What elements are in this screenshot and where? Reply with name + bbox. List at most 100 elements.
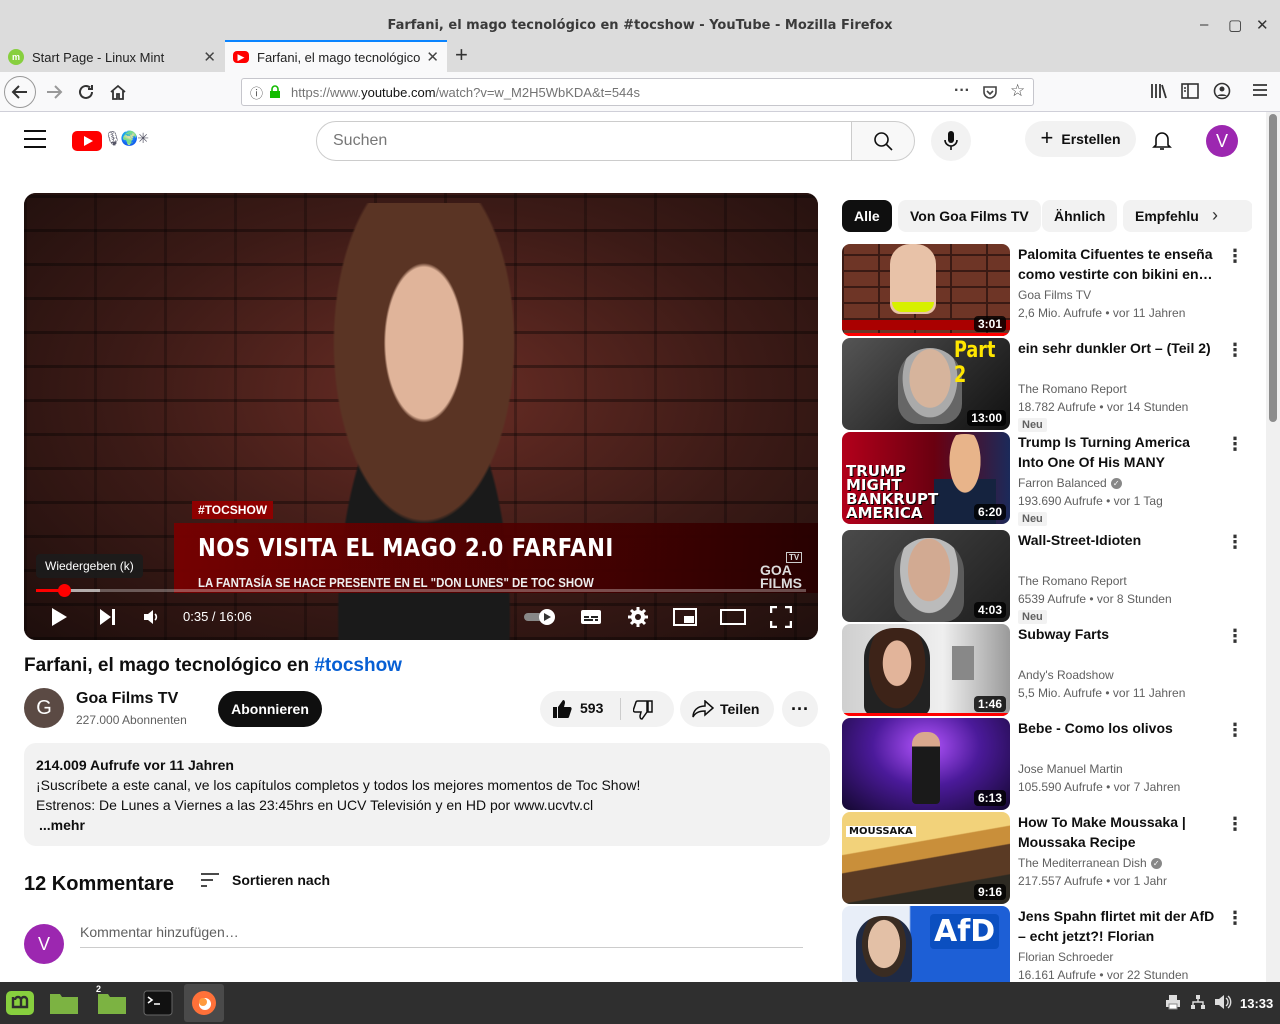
search-button[interactable] [851, 121, 915, 161]
video-thumbnail[interactable]: MOUSSAKA 9:16 [842, 812, 1010, 904]
video-title[interactable]: ein sehr dunkler Ort – (Teil 2) [1018, 338, 1218, 358]
terminal-button[interactable] [142, 988, 174, 1018]
channel-name[interactable]: Goa Films TV [1018, 288, 1091, 302]
close-tab-icon[interactable]: ✕ [203, 48, 216, 66]
comment-input[interactable]: Kommentar hinzufügen… [80, 922, 803, 948]
more-actions-button[interactable]: ··· [782, 691, 818, 727]
network-icon[interactable] [1190, 994, 1206, 1015]
search-input[interactable]: Suchen [316, 121, 852, 161]
minimize-icon[interactable]: – [1200, 16, 1208, 33]
more-vertical-icon[interactable]: ⋮ [1226, 532, 1244, 553]
recommended-video[interactable]: MOUSSAKA 9:16 How To Make Moussaka | Mou… [842, 812, 1252, 904]
scrollbar-thumb[interactable] [1269, 114, 1277, 422]
sidebar-icon[interactable] [1181, 83, 1199, 104]
channel-avatar[interactable]: G [24, 688, 64, 728]
voice-search-button[interactable] [931, 121, 971, 161]
chip-recommended[interactable]: Empfehlu [1123, 200, 1252, 232]
home-button[interactable] [104, 78, 132, 106]
channel-name[interactable]: Andy's Roadshow [1018, 668, 1114, 682]
recommended-video[interactable]: 3:01 Palomita Cifuentes te enseña como v… [842, 244, 1252, 336]
mint-menu-button[interactable] [4, 988, 36, 1018]
dislike-button[interactable] [632, 700, 653, 725]
printer-icon[interactable] [1165, 994, 1181, 1015]
scrubber-handle[interactable] [57, 584, 71, 597]
show-more-link[interactable]: ...mehr [36, 815, 818, 835]
video-thumbnail[interactable]: TRUMP MIGHT BANKRUPT AMERICA 6:20 [842, 432, 1010, 524]
recommended-video[interactable]: 4:03 Wall-Street-Idioten The Romano Repo… [842, 530, 1252, 624]
tab-youtube[interactable]: ▶ Farfani, el mago tecnológico ✕ [225, 40, 447, 72]
video-player[interactable]: #TOCSHOW NOS VISITA EL MAGO 2.0 FARFANI … [24, 193, 818, 640]
bookmark-star-icon[interactable]: ☆ [1010, 81, 1025, 101]
video-title[interactable]: Trump Is Turning America Into One Of His… [1018, 432, 1218, 472]
channel-name[interactable]: The Mediterranean Dish ✓ [1018, 856, 1162, 870]
channel-name[interactable]: Jose Manuel Martin [1018, 762, 1123, 776]
notifications-bell-icon[interactable] [1150, 128, 1178, 156]
page-scrollbar[interactable] [1266, 112, 1280, 982]
guide-menu-icon[interactable] [24, 130, 46, 150]
subtitles-button[interactable] [576, 597, 606, 637]
more-vertical-icon[interactable]: ⋮ [1226, 626, 1244, 647]
video-thumbnail[interactable]: 1:46 [842, 624, 1010, 716]
more-vertical-icon[interactable]: ⋮ [1226, 908, 1244, 929]
menu-icon[interactable] [1252, 83, 1268, 102]
hashtag-link[interactable]: #tocshow [314, 655, 402, 676]
video-thumbnail[interactable]: 6:13 [842, 718, 1010, 810]
account-icon[interactable] [1213, 82, 1231, 105]
video-thumbnail[interactable]: AfD [842, 906, 1010, 982]
play-button[interactable] [44, 597, 74, 637]
video-title[interactable]: Bebe - Como los olivos [1018, 718, 1218, 738]
channel-name[interactable]: The Romano Report [1018, 382, 1127, 396]
youtube-logo[interactable] [72, 131, 102, 151]
description-box[interactable]: 214.009 Aufrufe vor 11 Jahren ¡Suscríbet… [24, 743, 830, 846]
create-button[interactable]: + Erstellen [1025, 121, 1136, 157]
page-actions-icon[interactable]: ··· [954, 82, 970, 100]
volume-icon[interactable] [1214, 994, 1232, 1015]
channel-name[interactable]: The Romano Report [1018, 574, 1127, 588]
chip-related[interactable]: Ähnlich [1042, 200, 1118, 232]
chip-all[interactable]: Alle [842, 200, 892, 232]
video-title[interactable]: Wall-Street-Idioten [1018, 530, 1218, 550]
video-title[interactable]: Jens Spahn flirtet mit der AfD – echt je… [1018, 906, 1218, 946]
recommended-video[interactable]: 1:46 Subway Farts Andy's Roadshow 5,5 Mi… [842, 624, 1252, 716]
chevron-right-icon[interactable]: › [1212, 205, 1218, 226]
more-vertical-icon[interactable]: ⋮ [1226, 340, 1244, 361]
video-title[interactable]: Palomita Cifuentes te enseña como vestir… [1018, 244, 1218, 284]
youtube-doodle-icon[interactable]: 🎙🌍✳ [104, 130, 149, 147]
video-thumbnail[interactable]: Part 2 13:00 [842, 338, 1010, 430]
account-avatar[interactable]: V [1206, 125, 1238, 157]
more-vertical-icon[interactable]: ⋮ [1226, 434, 1244, 455]
miniplayer-button[interactable] [670, 597, 700, 637]
firefox-taskbar-button[interactable] [184, 984, 224, 1022]
maximize-icon[interactable]: ▢ [1228, 16, 1242, 34]
clock[interactable]: 13:33 [1240, 996, 1273, 1011]
fullscreen-button[interactable] [766, 597, 796, 637]
channel-name[interactable]: Farron Balanced ✓ [1018, 476, 1122, 490]
recommended-video[interactable]: TRUMP MIGHT BANKRUPT AMERICA 6:20 Trump … [842, 432, 1252, 526]
tab-start-page[interactable]: m Start Page - Linux Mint ✕ [0, 42, 224, 72]
channel-name[interactable]: Florian Schroeder [1018, 950, 1113, 964]
video-thumbnail[interactable]: 4:03 [842, 530, 1010, 622]
video-thumbnail[interactable]: 3:01 [842, 244, 1010, 336]
share-button[interactable]: Teilen [680, 691, 774, 727]
video-title[interactable]: How To Make Moussaka | Moussaka Recipe (… [1018, 812, 1218, 852]
like-count[interactable]: 593 [580, 700, 603, 716]
more-vertical-icon[interactable]: ⋮ [1226, 246, 1244, 267]
chip-from-channel[interactable]: Von Goa Films TV [898, 200, 1041, 232]
subscribe-button[interactable]: Abonnieren [218, 691, 322, 727]
more-vertical-icon[interactable]: ⋮ [1226, 814, 1244, 835]
close-tab-icon[interactable]: ✕ [426, 48, 439, 66]
next-button[interactable] [92, 597, 122, 637]
address-bar[interactable]: ⓘ https://www. youtube.com/watch?v=w_M2H5… [241, 78, 1034, 106]
info-icon[interactable]: ⓘ [250, 83, 263, 102]
sort-comments-button[interactable]: Sortieren nach [200, 872, 330, 888]
back-button[interactable] [4, 76, 36, 108]
new-tab-icon[interactable]: + [455, 42, 468, 68]
progress-bar[interactable] [36, 584, 806, 597]
close-window-icon[interactable]: ✕ [1256, 16, 1269, 34]
library-icon[interactable] [1150, 83, 1168, 104]
channel-name[interactable]: Goa Films TV [76, 690, 178, 708]
settings-button[interactable] [623, 597, 653, 637]
autoplay-toggle[interactable] [522, 597, 558, 637]
mute-button[interactable] [136, 597, 166, 637]
pocket-icon[interactable] [982, 84, 998, 103]
